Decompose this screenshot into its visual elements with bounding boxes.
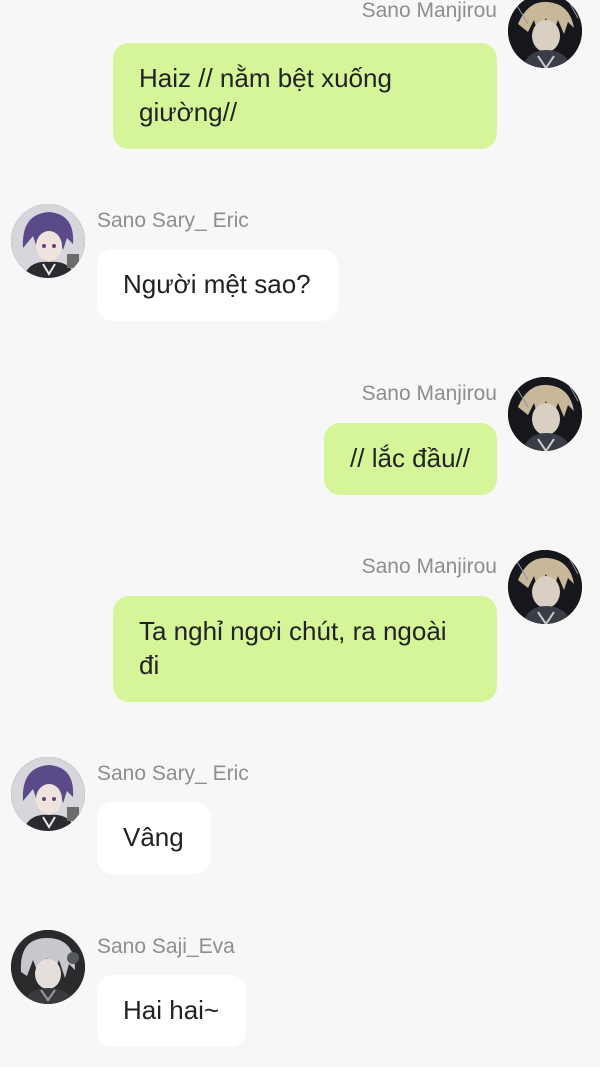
sender-name: Sano Manjirou xyxy=(361,555,497,578)
manjirou-avatar[interactable] xyxy=(508,377,582,451)
message-bubble: Người mệt sao? xyxy=(97,249,338,321)
sender-name: Sano Sary_ Eric xyxy=(97,209,249,232)
sender-name: Sano Saji_Eva xyxy=(97,935,235,958)
message-bubble: Ta nghỉ ngơi chút, ra ngoài đi xyxy=(113,596,497,702)
eva-avatar[interactable] xyxy=(11,930,85,1004)
eric-avatar[interactable] xyxy=(11,204,85,278)
manjirou-avatar[interactable] xyxy=(508,550,582,624)
eric-avatar[interactable] xyxy=(11,757,85,831)
message-bubble: Hai hai~ xyxy=(97,975,247,1047)
message-bubble: Vâng xyxy=(97,802,211,874)
sender-name: Sano Manjirou xyxy=(361,382,497,405)
sender-name: Sano Sary_ Eric xyxy=(97,762,249,785)
sender-name: Sano Manjirou xyxy=(361,0,497,22)
message-bubble: // lắc đầu// xyxy=(324,423,497,495)
message-bubble: Haiz // nằm bệt xuống giường// xyxy=(113,43,497,149)
manjirou-avatar[interactable] xyxy=(508,0,582,68)
